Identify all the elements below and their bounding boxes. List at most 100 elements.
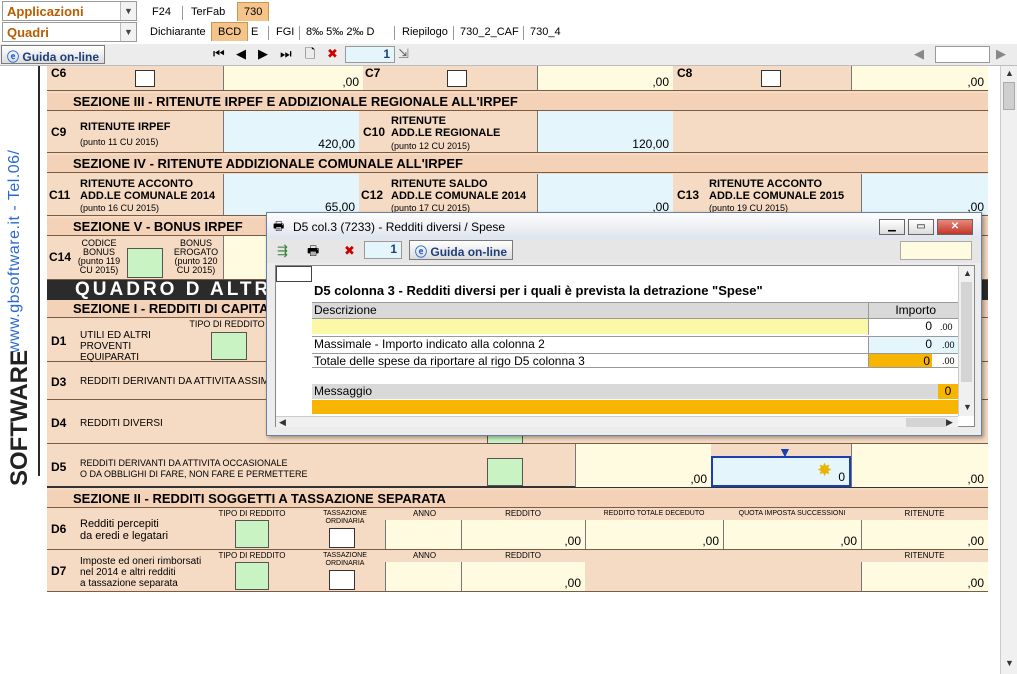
row-d5: D5 REDDITI DERIVANTI DA ATTIVITA OCCASIO… (47, 444, 988, 488)
tab-e[interactable]: E (245, 23, 264, 42)
scroll-down-icon[interactable]: ▼ (963, 402, 972, 412)
tab-730[interactable]: 730 (237, 2, 270, 21)
c9-title: RITENUTE IRPEF (80, 121, 171, 133)
dialog-toolbar: ⇶ 🖶 ✖ 1 ⓔ Guida on-line (267, 239, 981, 263)
d6-reddito-field[interactable]: ,00 (461, 520, 585, 549)
dialog-vscrollbar[interactable]: ▲ ▼ (958, 266, 974, 416)
tab-bcd[interactable]: BCD (211, 22, 249, 41)
quadri-select[interactable]: Quadri (2, 22, 137, 42)
scroll-up-icon[interactable]: ▲ (963, 268, 972, 278)
tab-730-4[interactable]: 730_4 (524, 23, 567, 42)
value: 420,00 (318, 137, 355, 151)
guida-label: Guida on-line (430, 245, 508, 259)
grid-row-massimale: Massimale - Importo indicato alla colonn… (312, 336, 958, 353)
checkbox-c6[interactable] (135, 70, 155, 87)
field-c7[interactable]: ,00 (537, 66, 673, 90)
d1-tipo-field[interactable] (211, 332, 247, 360)
tab-730-2-caf[interactable]: 730_2_CAF (454, 23, 525, 42)
dialog-hscrollbar[interactable]: ◀ ▶ (276, 416, 958, 427)
main-scrollbar[interactable]: ▲ ▼ (1000, 66, 1017, 674)
tab-dichiarante[interactable]: Dichiarante (144, 23, 212, 42)
d5-col4-field[interactable]: ,00 (851, 444, 988, 487)
tab-f24[interactable]: F24 (146, 3, 177, 22)
navigation-toolbar: ⓔ Guida on-line ⏮ ◀ ▶ ⏭ 🗋 ✖ 1 ⇲ ◀ ▶ (0, 44, 1017, 66)
d6-anno-field[interactable] (385, 520, 461, 549)
close-button[interactable]: ✕ (937, 219, 973, 235)
scroll-down-icon[interactable]: ▼ (1005, 658, 1014, 668)
ie-icon: ⓔ (7, 50, 20, 64)
scroll-left-icon[interactable]: ◀ (914, 47, 924, 61)
tab-8xmille[interactable]: 8‰ 5‰ 2‰ D (300, 23, 380, 42)
applicazioni-select[interactable]: Applicazioni (2, 1, 137, 21)
c14-codice-field[interactable] (127, 248, 163, 278)
row2-label: Massimale - Importo indicato alla colonn… (314, 337, 545, 351)
goto-page-icon[interactable]: ⇲ (398, 47, 409, 61)
tab-riepilogo[interactable]: Riepilogo (396, 23, 454, 42)
hscroll-thumb[interactable] (906, 418, 946, 427)
field-c6[interactable]: ,00 (223, 66, 363, 90)
d7-reddito-label: REDDITO (505, 551, 541, 560)
field-c10[interactable]: 120,00 (537, 111, 673, 152)
next-page-icon[interactable]: ▶ (258, 47, 268, 61)
tab-terfab[interactable]: TerFab (185, 3, 231, 22)
value: 120,00 (632, 137, 669, 151)
d7-ritenute-field[interactable]: ,00 (861, 562, 988, 591)
dialog-page-field[interactable]: 1 (364, 241, 402, 259)
d6-ritenute-field[interactable]: ,00 (861, 520, 988, 549)
new-page-icon[interactable]: 🗋 (305, 47, 315, 61)
checkbox-c8[interactable] (761, 70, 781, 87)
maximize-button[interactable]: ▭ (908, 219, 934, 235)
d7-anno-field[interactable] (385, 562, 461, 591)
dialog-title: D5 col.3 (7233) - Redditi diversi / Spes… (293, 220, 506, 234)
field-c13[interactable]: ,00 (861, 174, 988, 215)
delete-page-icon[interactable]: ✖ (327, 47, 338, 61)
scroll-thumb[interactable] (1003, 82, 1015, 110)
minimize-button[interactable]: ▁ (879, 219, 905, 235)
vscroll-thumb[interactable] (961, 282, 972, 382)
dialog-yellow-field[interactable] (900, 241, 972, 260)
grid-row-input[interactable]: 0 .00 (312, 318, 958, 335)
checkbox-c7[interactable] (447, 70, 467, 87)
code-d5: D5 (51, 460, 67, 474)
field-c9[interactable]: 420,00 (223, 111, 359, 152)
row-d6: D6 Redditi percepiti da eredi e legatari… (47, 508, 988, 550)
last-page-icon[interactable]: ⏭ (280, 47, 292, 61)
code-c10: C10 (363, 125, 386, 139)
dialog-guida-button[interactable]: ⓔ Guida on-line (409, 240, 514, 260)
cents: .00 (942, 340, 955, 350)
previous-page-icon[interactable]: ◀ (236, 47, 246, 61)
scroll-right-icon[interactable]: ▶ (946, 417, 953, 428)
code-d4: D4 (51, 416, 67, 430)
chevron-down-icon[interactable]: ▼ (120, 23, 136, 41)
first-page-icon[interactable]: ⏮ (213, 47, 225, 61)
d7-tipo-field[interactable] (235, 562, 269, 590)
d6-deceduto-field[interactable]: ,00 (585, 520, 723, 549)
tab-fgi[interactable]: FGI (270, 23, 300, 42)
dialog-titlebar[interactable]: 🖶 D5 col.3 (7233) - Redditi diversi / Sp… (267, 213, 981, 239)
scroll-left-icon[interactable]: ◀ (279, 417, 286, 428)
scroll-up-icon[interactable]: ▲ (1005, 68, 1014, 78)
import-icon[interactable]: ⇶ (277, 244, 288, 258)
d5-col1-field[interactable]: ,00 (575, 444, 711, 487)
d6-text2: da eredi e legatari (80, 530, 169, 542)
d6-quota-field[interactable]: ,00 (723, 520, 861, 549)
scroll-right-icon[interactable]: ▶ (996, 47, 1006, 61)
search-field[interactable] (935, 46, 990, 63)
chevron-down-icon[interactable]: ▼ (120, 2, 136, 20)
d6-tipo-field[interactable] (235, 520, 269, 548)
d5-tipo-field[interactable] (487, 458, 523, 486)
field-c8[interactable]: ,00 (851, 66, 988, 90)
section-iv-header: SEZIONE IV - RITENUTE ADDIZIONALE COMUNA… (47, 155, 988, 173)
d4-text: REDDITI DIVERSI (80, 418, 163, 429)
guida-online-button[interactable]: ⓔ Guida on-line (1, 45, 106, 64)
d7-reddito-field[interactable]: ,00 (461, 562, 585, 591)
field-c12[interactable]: ,00 (537, 174, 673, 215)
cents: .00 (940, 322, 953, 332)
code-d3: D3 (51, 375, 67, 389)
print-icon[interactable]: 🖶 (307, 244, 319, 258)
page-number-field[interactable]: 1 (345, 46, 395, 63)
delete-icon[interactable]: ✖ (344, 244, 355, 258)
field-c11[interactable]: 65,00 (223, 174, 359, 215)
d6-tass-field[interactable] (329, 528, 355, 548)
d7-tass-field[interactable] (329, 570, 355, 590)
